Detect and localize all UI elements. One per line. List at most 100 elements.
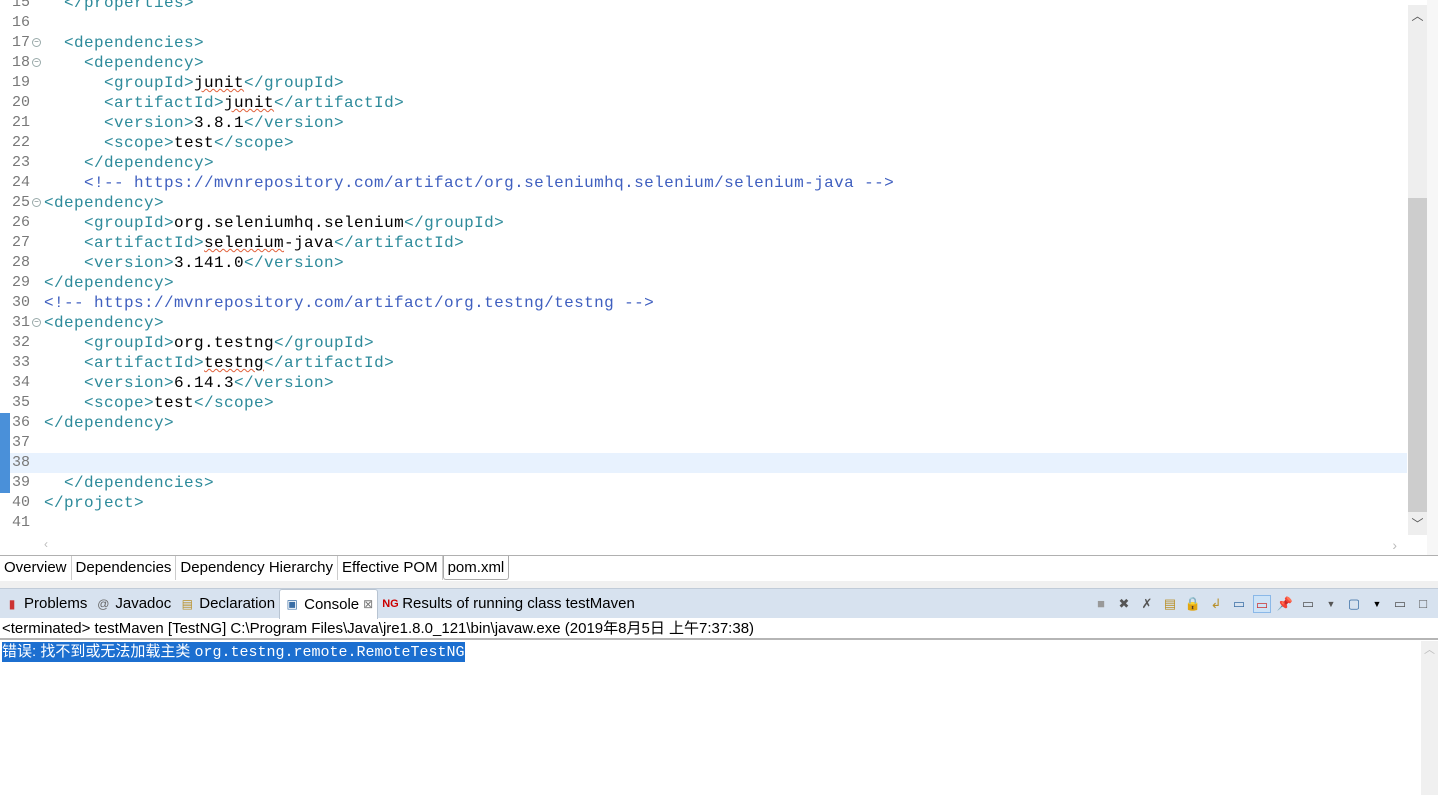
code-line[interactable]: 20 <artifactId>junit</artifactId> bbox=[0, 93, 1407, 113]
xml-tag: <scope> bbox=[44, 134, 175, 152]
xml-value: test bbox=[174, 134, 215, 152]
code-line[interactable]: 37 bbox=[0, 433, 1407, 453]
code-line[interactable]: 19 <groupId>junit</groupId> bbox=[0, 73, 1407, 93]
code-line[interactable]: 34 <version>6.14.3</version> bbox=[0, 373, 1407, 393]
code-text: <dependencies> bbox=[44, 33, 204, 53]
xml-tag: <groupId> bbox=[44, 74, 195, 92]
scroll-right-icon[interactable]: › bbox=[1392, 537, 1397, 553]
code-line[interactable]: 41 bbox=[0, 513, 1407, 533]
tab-javadoc[interactable]: @ Javadoc bbox=[91, 589, 175, 619]
testng-icon: NG bbox=[382, 597, 399, 610]
scroll-thumb[interactable] bbox=[1408, 198, 1427, 512]
code-text: <artifactId>selenium-java</artifactId> bbox=[44, 233, 464, 253]
tab-testng-results[interactable]: NG Results of running class testMaven bbox=[378, 589, 639, 619]
code-line[interactable]: 30 <!-- https://mvnrepository.com/artifac… bbox=[0, 293, 1407, 313]
code-text: <scope>test</scope> bbox=[44, 133, 294, 153]
line-number: 16 bbox=[12, 14, 31, 31]
console-output[interactable]: 错误: 找不到或无法加载主类 org.testng.remote.RemoteT… bbox=[0, 641, 1438, 795]
tab-overview[interactable]: Overview bbox=[0, 556, 72, 580]
chevron-down-icon[interactable]: ▼ bbox=[1368, 595, 1386, 613]
remove-launch-icon[interactable]: ✖ bbox=[1115, 595, 1133, 613]
xml-tag: </dependency> bbox=[44, 154, 215, 172]
line-number: 15 bbox=[12, 0, 31, 11]
tab-pom-xml[interactable]: pom.xml bbox=[442, 556, 510, 580]
code-line[interactable]: 23 </dependency> bbox=[0, 153, 1407, 173]
code-line[interactable]: 38 bbox=[0, 453, 1407, 473]
close-icon[interactable]: ⊠ bbox=[363, 597, 373, 611]
code-line[interactable]: 24 <!-- https://mvnrepository.com/artifa… bbox=[0, 173, 1407, 193]
code-line[interactable]: 26 <groupId>org.seleniumhq.selenium</gro… bbox=[0, 213, 1407, 233]
scroll-up-icon[interactable]: ︿ bbox=[1408, 7, 1427, 24]
line-number: 22 bbox=[12, 134, 31, 151]
code-line[interactable]: 36 </dependency> bbox=[0, 413, 1407, 433]
xml-tag: <groupId> bbox=[44, 334, 175, 352]
code-line[interactable]: 18− <dependency> bbox=[0, 53, 1407, 73]
fold-toggle-icon[interactable]: − bbox=[32, 198, 41, 207]
maximize-icon[interactable]: □ bbox=[1414, 595, 1432, 613]
declaration-icon: ▤ bbox=[181, 596, 193, 611]
line-number: 35 bbox=[12, 394, 31, 411]
code-text: <groupId>org.testng</groupId> bbox=[44, 333, 374, 353]
code-text: <dependency> bbox=[44, 53, 204, 73]
code-line[interactable]: 39 </dependencies> bbox=[0, 473, 1407, 493]
show-on-stderr-icon[interactable]: ▭ bbox=[1253, 595, 1271, 613]
tab-problems[interactable]: ▮ Problems bbox=[0, 589, 91, 619]
line-number: 37 bbox=[12, 434, 31, 451]
xml-tag: </version> bbox=[244, 114, 345, 132]
xml-tag: <version> bbox=[44, 114, 195, 132]
tab-dependencies[interactable]: Dependencies bbox=[72, 556, 177, 580]
tab-effective-pom[interactable]: Effective POM bbox=[338, 556, 443, 580]
pin-console-icon[interactable]: 📌 bbox=[1276, 595, 1294, 613]
remove-all-terminated-icon[interactable]: ✗ bbox=[1138, 595, 1156, 613]
scroll-down-icon[interactable]: ﹀ bbox=[1408, 515, 1427, 532]
xml-tag: </dependencies> bbox=[44, 474, 215, 492]
code-line[interactable]: 21 <version>3.8.1</version> bbox=[0, 113, 1407, 133]
code-text: <scope>test</scope> bbox=[44, 393, 274, 413]
code-line[interactable]: 29 </dependency> bbox=[0, 273, 1407, 293]
code-line[interactable]: 17− <dependencies> bbox=[0, 33, 1407, 53]
line-number: 29 bbox=[12, 274, 31, 291]
code-line[interactable]: 15 </properties> bbox=[0, 0, 1407, 13]
change-marker bbox=[0, 413, 10, 493]
code-line[interactable]: 22 <scope>test</scope> bbox=[0, 133, 1407, 153]
fold-toggle-icon[interactable]: − bbox=[32, 38, 41, 47]
tab-label: Declaration bbox=[199, 595, 276, 612]
clear-console-icon[interactable]: ▤ bbox=[1161, 595, 1179, 613]
code-line[interactable]: 16 bbox=[0, 13, 1407, 33]
console-scrollbar[interactable]: ︿ bbox=[1421, 641, 1438, 795]
code-line[interactable]: 40 </project> bbox=[0, 493, 1407, 513]
horizontal-scrollbar[interactable]: ‹ › bbox=[44, 537, 1407, 554]
open-console-icon[interactable]: ▢ bbox=[1345, 595, 1363, 613]
code-line[interactable]: 32 <groupId>org.testng</groupId> bbox=[0, 333, 1407, 353]
tab-console[interactable]: ▣ Console ⊠ bbox=[279, 588, 379, 619]
xml-tag: <dependency> bbox=[44, 54, 205, 72]
display-console-icon[interactable]: ▭ bbox=[1299, 595, 1317, 613]
code-line[interactable]: 31− <dependency> bbox=[0, 313, 1407, 333]
line-number: 39 bbox=[12, 474, 31, 491]
minimize-icon[interactable]: ▭ bbox=[1391, 595, 1409, 613]
fold-toggle-icon[interactable]: − bbox=[32, 58, 41, 67]
tab-declaration[interactable]: ▤ Declaration bbox=[175, 589, 279, 619]
code-line[interactable]: 27 <artifactId>selenium-java</artifactId… bbox=[0, 233, 1407, 253]
terminate-icon[interactable]: ■ bbox=[1092, 595, 1110, 613]
console-error-line[interactable]: 错误: 找不到或无法加载主类 org.testng.remote.RemoteT… bbox=[2, 642, 465, 662]
code-text: </project> bbox=[44, 493, 144, 513]
fold-toggle-icon[interactable]: − bbox=[32, 318, 41, 327]
scroll-left-icon[interactable]: ‹ bbox=[44, 537, 48, 551]
vertical-scrollbar[interactable]: ︿ ﹀ bbox=[1408, 5, 1427, 535]
chevron-down-icon[interactable]: ▼ bbox=[1322, 595, 1340, 613]
tab-dependency-hierarchy[interactable]: Dependency Hierarchy bbox=[176, 556, 338, 580]
scroll-up-icon[interactable]: ︿ bbox=[1424, 641, 1435, 657]
code-line[interactable]: 35 <scope>test</scope> bbox=[0, 393, 1407, 413]
code-line[interactable]: 28 <version>3.141.0</version> bbox=[0, 253, 1407, 273]
code-text: </dependency> bbox=[44, 413, 174, 433]
line-number: 34 bbox=[12, 374, 31, 391]
word-wrap-icon[interactable]: ↲ bbox=[1207, 595, 1225, 613]
code-text: <artifactId>testng</artifactId> bbox=[44, 353, 394, 373]
code-text: <!-- https://mvnrepository.com/artifact/… bbox=[44, 293, 654, 313]
code-line[interactable]: 33 <artifactId>testng</artifactId> bbox=[0, 353, 1407, 373]
show-on-stdout-icon[interactable]: ▭ bbox=[1230, 595, 1248, 613]
code-line[interactable]: 25− <dependency> bbox=[0, 193, 1407, 213]
xml-editor[interactable]: 15 </properties> 16 17− <dependencies> 18− … bbox=[0, 0, 1438, 555]
scroll-lock-icon[interactable]: 🔒 bbox=[1184, 595, 1202, 613]
